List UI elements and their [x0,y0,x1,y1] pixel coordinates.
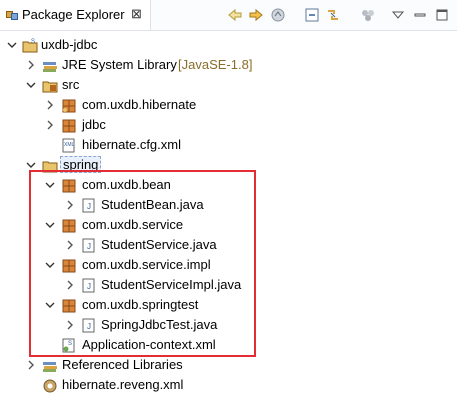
link-with-editor-icon[interactable] [325,7,341,23]
chevron-down-icon[interactable] [26,80,36,90]
chevron-right-icon[interactable] [45,100,55,110]
collapse-all-icon[interactable] [304,7,320,23]
tree-item-src[interactable]: src [0,75,457,95]
back-arrow-icon[interactable] [227,7,243,23]
tree-item-label: src [62,77,80,92]
tree-item-label: uxdb-jdbc [41,37,98,52]
chevron-right-icon[interactable] [26,60,36,70]
jre-version-decoration: [JavaSE-1.8] [178,57,253,72]
tree-item-label: hibernate.cfg.xml [82,137,181,152]
tree-item-hibernate-reveng[interactable]: hibernate.reveng.xml [0,375,457,395]
xml-file-icon: XML [62,138,75,153]
tree-item-jre-system-library[interactable]: JRE System Library [JavaSE-1.8] [0,55,457,75]
tree-item-label: com.uxdb.hibernate [82,97,197,112]
svg-text:S: S [31,39,35,45]
tab-package-explorer[interactable]: Package Explorer ⊠ [0,0,151,30]
forward-arrow-icon[interactable] [248,7,264,23]
chevron-right-icon[interactable] [45,120,55,130]
hibernate-reveng-icon [43,379,57,393]
svg-text:XML: XML [64,142,75,148]
source-folder-icon [42,81,58,93]
chevron-right-icon[interactable] [26,360,36,370]
tree-item-package-jdbc[interactable]: jdbc [0,115,457,135]
package-icon [62,99,76,113]
highlight-box [29,170,256,357]
maximize-icon[interactable] [434,7,450,23]
tree-item-referenced-libraries[interactable]: Referenced Libraries [0,355,457,375]
tab-title: Package Explorer [22,7,125,22]
tree-item-label: hibernate.reveng.xml [62,377,184,392]
tree-item-label: jdbc [82,117,106,132]
view-tab-bar: Package Explorer ⊠ [0,0,457,31]
tree-item-hibernate-cfg[interactable]: XML hibernate.cfg.xml [0,135,457,155]
package-explorer-icon [6,11,18,20]
tree-item-project[interactable]: S uxdb-jdbc [0,35,457,55]
java-project-icon: S [22,39,38,53]
tree-item-label: JRE System Library [62,57,177,72]
tree-item-label: Referenced Libraries [62,357,183,372]
filters-icon[interactable] [360,7,376,23]
close-icon[interactable]: ⊠ [131,6,142,22]
view-menu-icon[interactable] [390,7,406,23]
library-icon [43,362,57,372]
chevron-down-icon[interactable] [7,40,17,50]
chevron-down-icon[interactable] [26,160,36,170]
tree-item-package-hibernate[interactable]: com.uxdb.hibernate [0,95,457,115]
package-icon [62,119,76,133]
minimize-icon[interactable] [412,7,428,23]
library-icon [43,62,57,72]
up-folder-icon[interactable] [270,7,286,23]
